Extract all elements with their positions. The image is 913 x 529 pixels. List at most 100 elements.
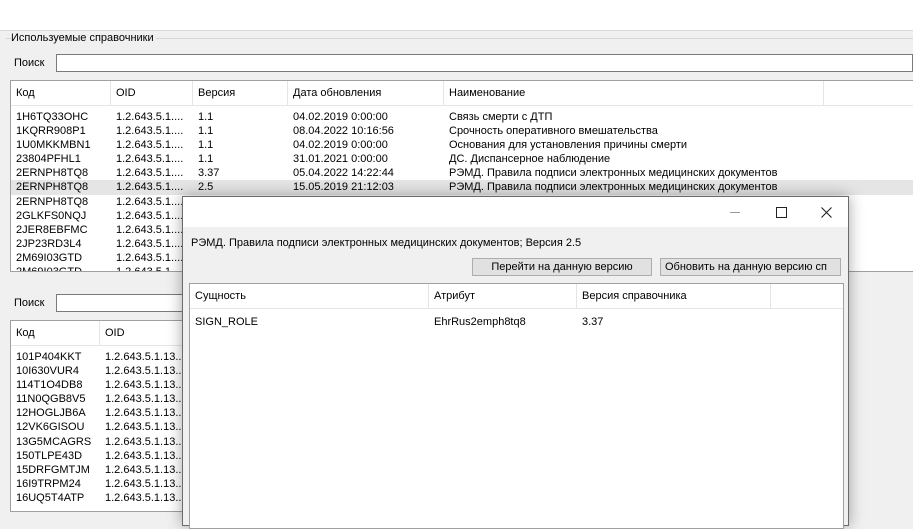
table-row[interactable]: SIGN_ROLE EhrRus2emph8tq8 3.37 <box>190 315 843 331</box>
table-cell: 3.37 <box>198 167 220 180</box>
table-cell: 12VK6GISOU <box>16 421 85 434</box>
table-cell: 1.2.643.5.1.13.... <box>105 393 188 406</box>
entity-table-header: Сущность Атрибут Версия справочника <box>190 284 843 309</box>
table-cell: 13G5MCAGRS <box>16 435 92 448</box>
table-cell: 1.2.643.5.1.... <box>116 237 184 250</box>
table-cell: 1.2.643.5.1.... <box>116 181 184 194</box>
table-cell: 2ERNPH8TQ8 <box>16 167 89 180</box>
table-cell: РЭМД. Правила подписи электронных медици… <box>449 167 778 180</box>
table-row[interactable]: 15DRFGMTJM 1.2.643.5.1.13.... <box>11 463 189 477</box>
table-row[interactable]: 12HOGLJB6A 1.2.643.5.1.13.... <box>11 406 189 420</box>
table-row[interactable]: 2ERNPH8TQ8 1.2.643.5.1.... 2.5 15.05.2019 2… <box>11 180 913 195</box>
maximize-button[interactable] <box>758 197 804 227</box>
table-cell: 15.05.2019 21:12:03 <box>293 181 394 194</box>
minimize-button[interactable] <box>712 197 758 227</box>
table-row[interactable]: 1KQRR908P1 1.2.643.5.1.... 1.1 08.04.2022 1… <box>11 124 913 138</box>
dialog-titlebar[interactable] <box>183 197 848 227</box>
search-input[interactable] <box>56 54 913 72</box>
table-row[interactable]: 13G5MCAGRS 1.2.643.5.1.13.... <box>11 435 189 449</box>
table-cell: 2GLKFS0NQJ <box>16 209 87 222</box>
table-cell: 2JER8EBFMC <box>16 223 88 236</box>
header-name[interactable]: Наименование <box>444 81 824 105</box>
header-update-date[interactable]: Дата обновления <box>288 81 444 105</box>
header-code[interactable]: Код <box>11 321 100 345</box>
table-row[interactable]: 23804PFHL1 1.2.643.5.1.... 1.1 31.01.2021 0… <box>11 152 913 166</box>
table-cell: 1.2.643.5.1.13.... <box>105 351 188 363</box>
header-oid[interactable]: OID <box>111 81 193 105</box>
table-header: Код OID Версия Дата обновления Наименова… <box>11 81 913 106</box>
table-cell: 1.2.643.5.1.13.... <box>105 379 188 392</box>
table-cell: 101P404KKT <box>16 351 82 363</box>
version-dialog[interactable]: РЭМД. Правила подписи электронных медици… <box>182 196 849 529</box>
table-row[interactable]: 16I9TRPM24 1.2.643.5.1.13.... <box>11 477 189 491</box>
table-body-2: 101P404KKT 1.2.643.5.1.13.... 10I630VUR4 1.… <box>11 346 189 505</box>
table-cell: 1.2.643.5.1.13.... <box>105 435 188 448</box>
table-row[interactable]: 101P404KKT 1.2.643.5.1.13.... <box>11 350 189 364</box>
table-row[interactable]: 1U0MKKMBN1 1.2.643.5.1.... 1.1 04.02.2019 0… <box>11 138 913 152</box>
table-row[interactable]: 10I630VUR4 1.2.643.5.1.13.... <box>11 364 189 378</box>
table-cell: EhrRus2emph8tq8 <box>434 316 526 328</box>
header-attribute[interactable]: Атрибут <box>429 284 577 308</box>
table-cell: 05.04.2022 14:22:44 <box>293 167 394 180</box>
table-cell: 16I9TRPM24 <box>16 477 81 490</box>
table-row[interactable]: 114T1O4DB8 1.2.643.5.1.13.... <box>11 378 189 392</box>
table-cell: 15DRFGMTJM <box>16 463 90 476</box>
search-input-2[interactable] <box>56 294 186 312</box>
table-cell: 10I630VUR4 <box>16 365 79 378</box>
table-row[interactable]: 12VK6GISOU 1.2.643.5.1.13.... <box>11 420 189 434</box>
table-cell: 1.1 <box>198 125 214 138</box>
table-cell: 2M69I03GTD <box>11 265 111 271</box>
table-cell: 12HOGLJB6A <box>16 407 86 420</box>
table-cell: 1.2.643.5.1.13.... <box>105 407 188 420</box>
group-title: Используемые справочники <box>11 32 156 44</box>
table-cell: 1KQRR908P1 <box>16 125 86 138</box>
table-cell: 1.2.643.5.1.... <box>116 125 184 138</box>
table-cell: 11N0QGB8V5 <box>16 393 86 406</box>
table-row[interactable]: 150TLPE43D 1.2.643.5.1.13.... <box>11 449 189 463</box>
table-cell: 150TLPE43D <box>16 449 83 462</box>
close-button[interactable] <box>803 197 849 227</box>
search-label: Поиск <box>14 57 45 69</box>
table-cell: 2JP23RD3L4 <box>16 237 82 250</box>
reference-table-2[interactable]: Код OID 101P404KKT 1.2.643.5.1.13.... 10I6… <box>10 320 190 512</box>
table-cell: SIGN_ROLE <box>195 316 258 328</box>
table-cell: 1.1 <box>198 111 214 123</box>
goto-version-button[interactable]: Перейти на данную версию <box>472 258 652 276</box>
table-row[interactable]: 11N0QGB8V5 1.2.643.5.1.13.... <box>11 392 189 406</box>
table-cell: 1.2.643.5.1.13.... <box>105 449 188 462</box>
table-cell: 1.2.643.5.1.... <box>116 139 184 152</box>
table-cell: 1.2.643.5.1.... <box>116 251 184 264</box>
table-cell: 1U0MKKMBN1 <box>16 139 91 152</box>
table-cell: 1H6TQ33OHC <box>16 111 89 123</box>
update-version-button[interactable]: Обновить на данную версию сп <box>660 258 841 276</box>
table-cell: 3.37 <box>582 316 604 328</box>
table-cell: 1.2.643.5.1.13.... <box>105 421 188 434</box>
table-cell: 1.2.643.5.1.... <box>116 195 184 208</box>
table-cell: 1.2.643.5.1.13.... <box>105 365 188 378</box>
header-code[interactable]: Код <box>11 81 111 105</box>
table-cell: ДС. Диспансерное наблюдение <box>449 153 611 166</box>
table-cell: 1.2.643.5.1.13.... <box>105 491 188 504</box>
table-cell: 1.2.643.5.1.... <box>116 209 184 222</box>
close-icon <box>820 206 832 218</box>
table-cell: 04.02.2019 0:00:00 <box>293 111 388 123</box>
entity-table-body: SIGN_ROLE EhrRus2emph8tq8 3.37 <box>190 309 843 331</box>
header-oid[interactable]: OID <box>100 321 189 345</box>
table-cell: 1.2.643.5.1.13.... <box>105 463 188 476</box>
header-entity[interactable]: Сущность <box>190 284 429 308</box>
table-row[interactable]: 2ERNPH8TQ8 1.2.643.5.1.... 3.37 05.04.2022 … <box>11 166 913 180</box>
table-cell: 2ERNPH8TQ8 <box>16 181 89 194</box>
header-ref-version[interactable]: Версия справочника <box>577 284 771 308</box>
table-cell: 1.2.643.5.1.... <box>116 167 184 180</box>
header-version[interactable]: Версия <box>193 81 288 105</box>
maximize-icon <box>775 206 787 218</box>
table-cell: 08.04.2022 10:16:56 <box>293 125 394 138</box>
table-cell: 16UQ5T4ATP <box>16 491 85 504</box>
table-cell: 1.2.643.5.1.... <box>116 111 184 123</box>
table-row[interactable]: 1H6TQ33OHC 1.2.643.5.1.... 1.1 04.02.2019 0… <box>11 110 913 124</box>
table-cell: 1.1 <box>198 139 214 152</box>
table-cell: Срочность оперативного вмешательства <box>449 125 658 138</box>
entity-table[interactable]: Сущность Атрибут Версия справочника SIGN… <box>189 283 844 529</box>
table-row[interactable]: 16UQ5T4ATP 1.2.643.5.1.13.... <box>11 491 189 505</box>
search-label-2: Поиск <box>14 297 45 309</box>
